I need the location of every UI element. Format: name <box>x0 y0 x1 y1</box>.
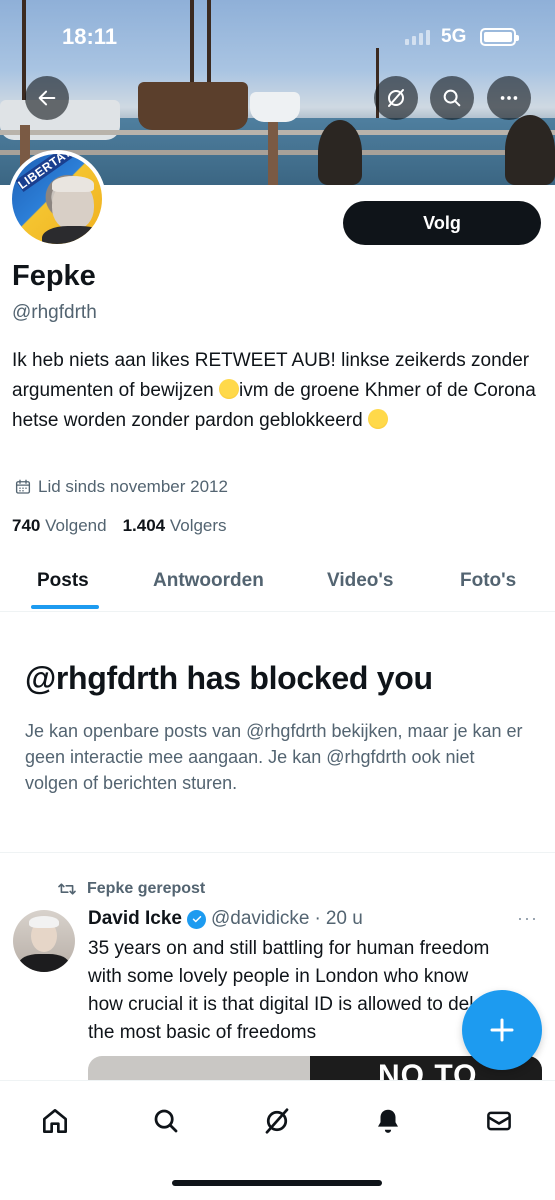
nav-search[interactable] <box>146 1101 186 1141</box>
banner-post <box>268 122 278 185</box>
post-meta-separator: · <box>314 908 321 929</box>
post-author-avatar[interactable] <box>13 910 75 972</box>
nav-notifications[interactable] <box>368 1101 408 1141</box>
profile-name: Fepke <box>12 260 96 292</box>
status-bar: 18:11 5G <box>0 0 555 70</box>
battery-icon <box>480 28 519 46</box>
tab-posts[interactable]: Posts <box>37 570 89 592</box>
following-count: 740 <box>12 516 41 535</box>
post-more-button[interactable]: ··· <box>517 908 538 929</box>
post-text: 35 years on and still battling for human… <box>88 938 500 1043</box>
followers-count: 1.404 <box>122 516 166 535</box>
banner-person <box>318 120 362 185</box>
home-icon <box>43 1109 67 1133</box>
more-horizontal-icon <box>500 96 518 100</box>
banner-person <box>505 115 555 185</box>
post-time: 20 u <box>325 908 363 929</box>
relieved-face-emoji-icon <box>219 379 240 399</box>
search-icon <box>154 1109 178 1133</box>
status-time: 18:11 <box>62 24 118 49</box>
nav-messages[interactable] <box>479 1101 519 1141</box>
post-author-handle[interactable]: @davidicke <box>211 908 310 930</box>
followers-link[interactable]: 1.404 Volgers <box>123 516 227 536</box>
avatar-hair <box>52 176 94 192</box>
profile-bio: Ik heb niets aan likes RETWEET AUB! link… <box>12 346 542 436</box>
repost-label: Fepke gerepost <box>87 880 206 897</box>
avatar-hair <box>29 916 59 928</box>
grok-button[interactable] <box>374 76 418 120</box>
calendar-icon <box>15 479 31 494</box>
plus-icon <box>490 1018 514 1042</box>
followers-label: Volgers <box>169 516 227 535</box>
tab-replies[interactable]: Antwoorden <box>153 570 264 592</box>
laughing-tears-emoji-icon <box>367 409 388 429</box>
nav-grok[interactable] <box>257 1101 297 1141</box>
grok-icon <box>265 1108 289 1134</box>
blocked-title: @rhgfdrth has blocked you <box>25 660 433 696</box>
blocked-description: Je kan openbare posts van @rhgfdrth beki… <box>25 721 523 793</box>
banner-boat <box>138 82 248 130</box>
tab-videos[interactable]: Video's <box>327 570 393 592</box>
home-indicator <box>172 1180 382 1186</box>
avatar-body <box>19 954 69 972</box>
joined-text: Lid sinds november 2012 <box>38 477 228 496</box>
profile-avatar[interactable]: LIBERTATE! <box>8 150 106 248</box>
compose-button[interactable] <box>462 990 542 1070</box>
active-tab-indicator <box>31 605 99 609</box>
arrow-left-icon <box>38 90 56 106</box>
tab-photos[interactable]: Foto's <box>460 570 516 592</box>
signal-icon <box>405 30 430 45</box>
back-button[interactable] <box>25 76 69 120</box>
profile-handle: @rhgfdrth <box>12 302 97 323</box>
search-icon <box>443 89 461 107</box>
bell-icon <box>378 1109 398 1133</box>
post-header: David Icke @davidicke · 20 u <box>88 908 363 930</box>
nav-home[interactable] <box>35 1101 75 1141</box>
more-button[interactable] <box>487 76 531 120</box>
network-type: 5G <box>441 26 467 47</box>
post-author-name[interactable]: David Icke <box>88 908 182 930</box>
following-label: Volgend <box>45 516 107 535</box>
repost-indicator: Fepke gerepost <box>57 880 205 898</box>
mail-icon <box>487 1111 511 1131</box>
avatar-coat <box>42 226 102 244</box>
follow-stats: 740 Volgend 1.404 Volgers <box>12 516 227 536</box>
joined-date: Lid sinds november 2012 <box>14 477 228 497</box>
follow-button[interactable]: Volg <box>343 201 541 245</box>
verified-badge-icon <box>187 909 206 929</box>
section-divider <box>0 852 555 853</box>
search-button[interactable] <box>430 76 474 120</box>
slash-circle-icon <box>388 89 404 107</box>
repost-icon <box>58 883 76 895</box>
banner-boat <box>250 92 300 122</box>
following-link[interactable]: 740 Volgend <box>12 516 107 536</box>
